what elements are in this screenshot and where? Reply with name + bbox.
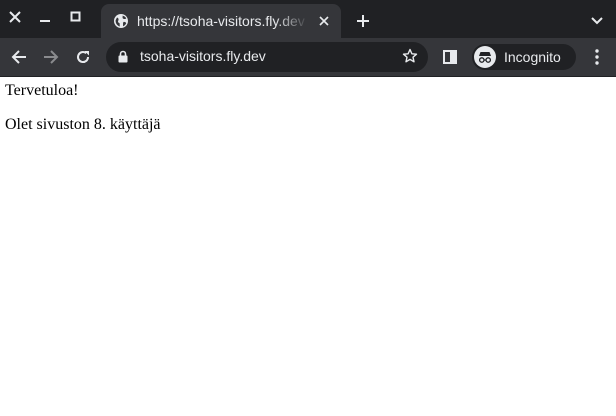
greeting-text: Tervetuloa!: [5, 82, 79, 99]
address-bar[interactable]: tsoha-visitors.fly.dev: [106, 42, 428, 72]
incognito-label: Incognito: [504, 49, 561, 65]
plus-icon: [357, 15, 369, 27]
window-maximize-button[interactable]: [61, 0, 91, 34]
side-panel-button[interactable]: [438, 45, 462, 69]
visitor-count-text: Olet sivuston 8. käyttäjä: [5, 116, 161, 133]
close-icon: [319, 16, 329, 26]
globe-icon: [114, 14, 128, 28]
reload-icon: [77, 51, 90, 63]
new-tab-button[interactable]: [352, 10, 374, 32]
star-icon[interactable]: [402, 48, 418, 64]
arrow-left-icon: [11, 50, 26, 64]
browser-toolbar: tsoha-visitors.fly.dev Incognito: [0, 38, 616, 77]
tab-active[interactable]: https://tsoha-visitors.fly.dev: [101, 4, 341, 38]
incognito-indicator[interactable]: Incognito: [472, 44, 576, 70]
chevron-down-icon: [591, 17, 603, 25]
more-vert-icon: [595, 49, 599, 65]
back-button[interactable]: [7, 45, 31, 69]
tab-title: https://tsoha-visitors.fly.dev: [137, 13, 305, 29]
reload-button[interactable]: [71, 45, 95, 69]
window-minimize-button[interactable]: [30, 0, 60, 34]
menu-button[interactable]: [585, 45, 609, 69]
arrow-right-icon: [44, 50, 59, 64]
page-content: Tervetuloa! Olet sivuston 8. käyttäjä: [0, 77, 616, 135]
forward-button[interactable]: [39, 45, 63, 69]
close-icon: [9, 11, 21, 23]
tab-strip: https://tsoha-visitors.fly.dev: [0, 0, 616, 38]
url-text[interactable]: tsoha-visitors.fly.dev: [140, 48, 266, 64]
tab-search-button[interactable]: [586, 10, 608, 32]
tab-close-button[interactable]: [315, 12, 333, 30]
lock-icon[interactable]: [118, 50, 128, 63]
maximize-icon: [70, 11, 81, 22]
incognito-icon: [474, 46, 496, 68]
window-close-button[interactable]: [0, 0, 30, 34]
side-panel-icon: [443, 50, 457, 64]
minimize-icon: [40, 20, 50, 22]
